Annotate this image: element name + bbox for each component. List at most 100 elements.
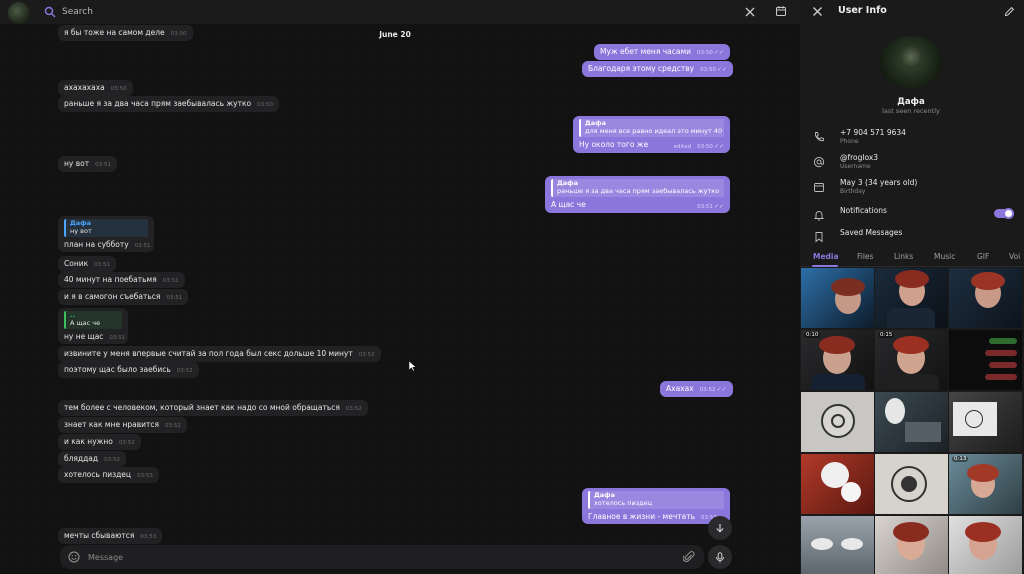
reply-preview[interactable]: .. А щас че	[64, 311, 122, 329]
reply-preview[interactable]: Дафа ну вот	[64, 219, 148, 237]
birthday-row[interactable]: May 3 (34 years old) Birthday	[800, 178, 1024, 200]
message-incoming[interactable]: знает как мне нравится 03:52	[58, 417, 187, 433]
message-time: 03:51	[697, 203, 713, 210]
message-text: ну вот	[64, 159, 90, 168]
emoji-icon[interactable]	[68, 551, 80, 563]
media-thumbnail[interactable]: 0:15	[875, 330, 948, 390]
saved-messages-label: Saved Messages	[840, 228, 903, 237]
message-text: Соник	[64, 259, 89, 268]
message-input[interactable]	[88, 549, 668, 565]
reply-text: хотелось пиздец	[594, 498, 653, 507]
message-outgoing[interactable]: Дафа для меня все равно идеал это минут 4…	[573, 116, 730, 154]
media-thumbnail[interactable]: 0:10	[801, 330, 874, 390]
pencil-icon[interactable]	[1004, 6, 1015, 17]
message-text: поэтому щас было заебись	[64, 365, 171, 374]
media-thumbnail[interactable]	[949, 268, 1022, 328]
message-text: раньше я за два часа прям заебывалась жу…	[64, 99, 252, 108]
message-composer	[60, 545, 704, 569]
message-time: 03:52	[176, 368, 193, 374]
tab-media[interactable]: Media	[813, 252, 839, 261]
chat-topbar	[0, 0, 800, 24]
reply-text: ну вот	[70, 226, 92, 235]
media-thumbnail[interactable]	[949, 516, 1022, 574]
message-time: 03:52	[699, 387, 716, 393]
date-separator: June 20	[379, 30, 411, 39]
message-time: 03:50	[110, 86, 127, 92]
message-incoming[interactable]: 40 минут на поебатьмя 03:51	[58, 272, 185, 288]
message-text: Муж ебет меня часами	[600, 47, 692, 56]
chat-avatar[interactable]	[8, 2, 30, 24]
message-incoming[interactable]: хотелось пиздец 03:53	[58, 467, 159, 483]
reply-preview[interactable]: Дафа хотелось пиздец	[588, 491, 724, 509]
calendar-icon	[814, 183, 824, 192]
tab-files[interactable]: Files	[857, 252, 873, 261]
message-incoming[interactable]: Соник 03:51	[58, 256, 116, 272]
tab-gif[interactable]: GIF	[977, 252, 989, 261]
message-incoming[interactable]: ахахахаха 03:50	[58, 80, 133, 96]
media-thumbnail[interactable]	[949, 392, 1022, 452]
birthday: May 3 (34 years old)	[840, 178, 918, 187]
media-thumbnail[interactable]	[801, 268, 874, 328]
message-incoming[interactable]: ну вот 03:51	[58, 156, 117, 172]
message-text: Благодаря этому средству	[588, 64, 695, 73]
tab-voice[interactable]: Voi	[1009, 252, 1020, 261]
saved-messages-row[interactable]: Saved Messages	[800, 228, 1024, 250]
message-incoming[interactable]: .. А щас че ну не щас 03:51	[58, 308, 128, 345]
notifications-row[interactable]: Notifications	[800, 206, 1024, 228]
video-duration: 0:15	[878, 332, 895, 338]
message-outgoing[interactable]: Дафа хотелось пиздец Главное в жизни - ме…	[582, 488, 730, 525]
reply-preview[interactable]: Дафа раньше я за два часа прям заебывалас…	[551, 179, 724, 197]
profile-avatar[interactable]	[879, 36, 943, 88]
message-incoming[interactable]: мечты сбываются 03:53	[58, 528, 163, 544]
message-outgoing[interactable]: Муж ебет меня часами 03:50✓✓	[594, 44, 730, 60]
media-thumbnail[interactable]	[875, 392, 948, 452]
calendar-icon[interactable]	[775, 5, 787, 17]
media-thumbnail[interactable]	[875, 454, 948, 514]
message-outgoing[interactable]: Дафа раньше я за два часа прям заебывалас…	[545, 176, 730, 214]
message-incoming[interactable]: Дафа ну вот план на субботу 03:51	[58, 216, 154, 253]
media-thumbnail[interactable]	[949, 330, 1022, 390]
media-thumbnail[interactable]: 0:13	[949, 454, 1022, 514]
attach-icon[interactable]	[683, 551, 695, 563]
read-check-icon: ✓✓	[713, 202, 724, 210]
chat-area: June 20 я бы тоже на самом деле 03:50 Муж…	[0, 0, 800, 574]
media-thumbnail[interactable]	[801, 454, 874, 514]
microphone-button[interactable]	[708, 545, 732, 569]
message-outgoing[interactable]: Благодаря этому средству 03:50✓✓	[582, 61, 734, 77]
message-time: 03:52	[358, 352, 375, 358]
message-time: 03:50	[697, 50, 713, 56]
message-incoming[interactable]: извините у меня впервые считай за пол го…	[58, 346, 381, 362]
message-text: бляддад	[64, 454, 99, 463]
close-icon[interactable]	[744, 6, 756, 18]
message-time: 03:50	[700, 67, 716, 73]
message-time: 03:51	[95, 162, 111, 168]
message-time: 03:51	[166, 295, 183, 301]
message-time: 03:50	[697, 143, 713, 150]
read-check-icon: ✓✓	[713, 49, 724, 56]
message-incoming[interactable]: бляддад 03:52	[58, 451, 126, 467]
message-incoming[interactable]: и как нужно 03:52	[58, 434, 141, 450]
message-incoming[interactable]: тем более с человеком, который знает как…	[58, 400, 368, 416]
media-thumbnail[interactable]	[875, 268, 948, 328]
tab-music[interactable]: Music	[934, 252, 955, 261]
search-input[interactable]	[62, 4, 702, 20]
scroll-down-button[interactable]	[708, 516, 732, 540]
username-row[interactable]: @froglox3 Username	[800, 153, 1024, 175]
message-outgoing[interactable]: Ахахах 03:52✓✓	[660, 381, 733, 397]
close-icon[interactable]	[812, 6, 823, 17]
reply-preview[interactable]: Дафа для меня все равно идеал это минут 4…	[579, 119, 724, 137]
message-incoming[interactable]: я бы тоже на самом деле 03:50	[58, 25, 193, 41]
tab-links[interactable]: Links	[894, 252, 913, 261]
media-thumbnail[interactable]	[875, 516, 948, 574]
message-incoming[interactable]: раньше я за два часа прям заебывалась жу…	[58, 96, 279, 112]
reply-text: раньше я за два часа прям заебывалась жу…	[557, 186, 720, 195]
message-incoming[interactable]: поэтому щас было заебись 03:52	[58, 362, 199, 378]
message-incoming[interactable]: и я в самогон съебаться 03:51	[58, 289, 189, 305]
phone-row[interactable]: +7 904 571 9634 Phone	[800, 128, 1024, 150]
profile-status: last seen recently	[882, 107, 940, 115]
notifications-toggle[interactable]	[994, 208, 1014, 219]
phone-number: +7 904 571 9634	[840, 128, 906, 137]
media-thumbnail[interactable]	[801, 516, 874, 574]
media-thumbnail[interactable]	[801, 392, 874, 452]
at-sign-icon	[813, 157, 825, 168]
